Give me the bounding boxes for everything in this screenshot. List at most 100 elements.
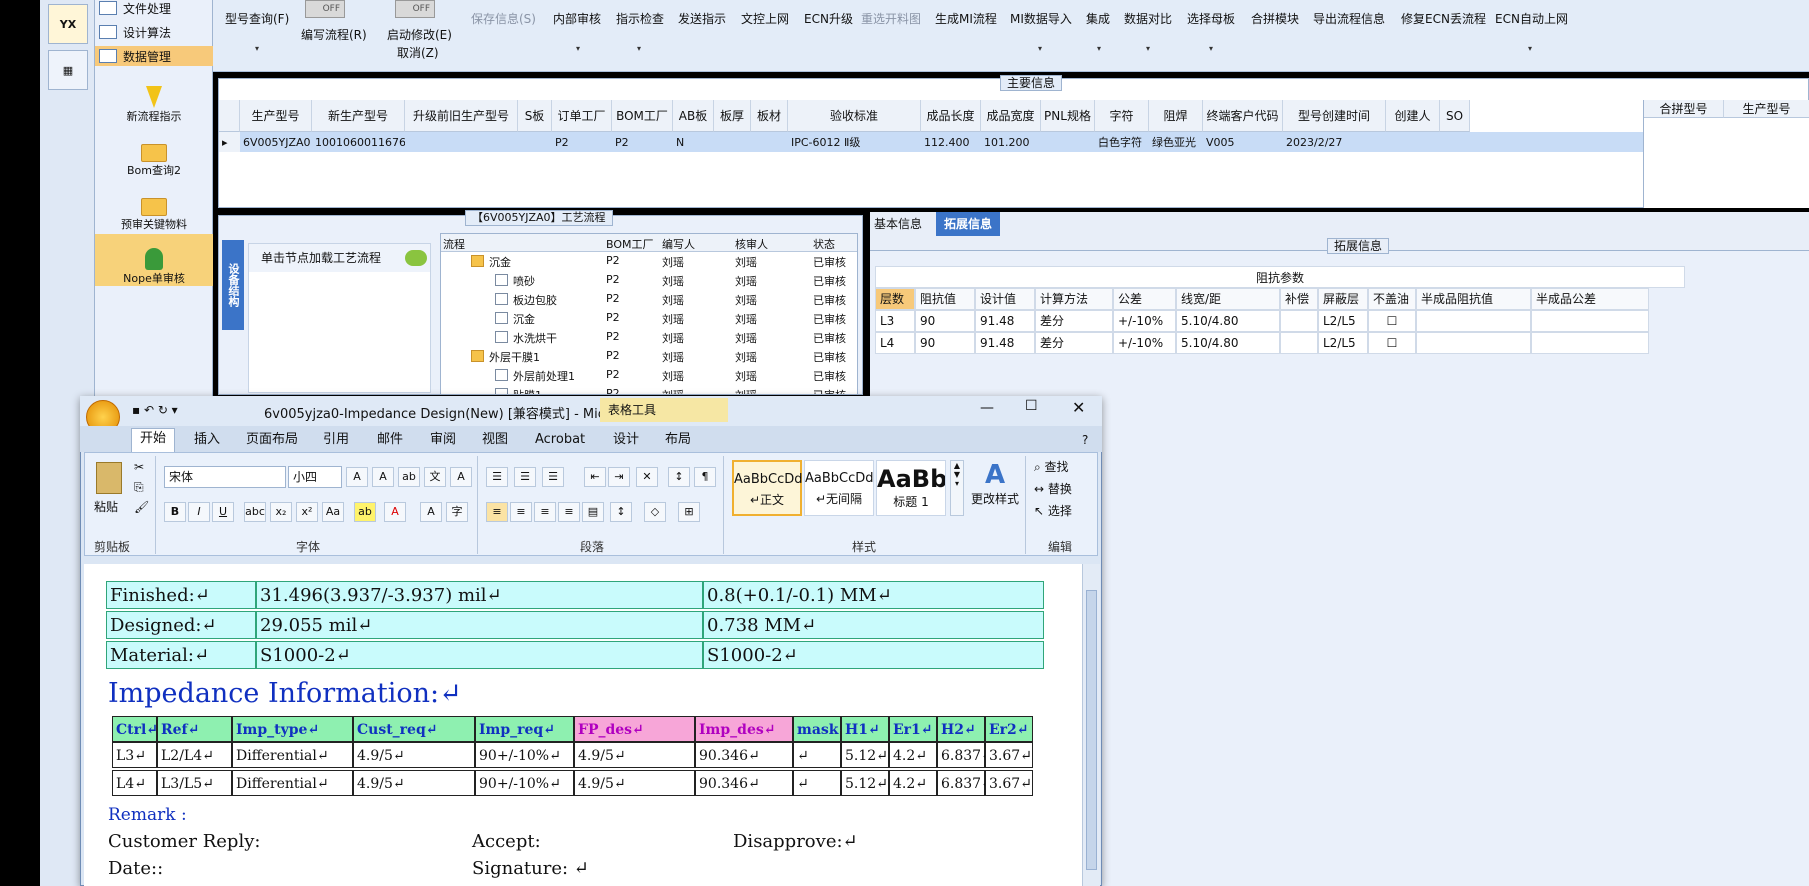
style-no-spacing[interactable]: AaBbCcDd ↵无间隔 (804, 460, 874, 516)
maximize-icon[interactable]: ☐ (1025, 398, 1038, 414)
flow-row[interactable]: 外层前处理1 P2 刘瑶 刘瑶 已审核 (441, 366, 857, 385)
ecn-upgrade-button[interactable]: ECN升级 (804, 10, 853, 27)
superscript-button[interactable]: x² (296, 502, 318, 522)
strikethrough-button[interactable]: abc (244, 502, 266, 522)
row-selector[interactable]: ▸ (219, 132, 240, 152)
select-button[interactable]: ↖ 选择 (1034, 502, 1072, 519)
calculator-icon[interactable]: ▦ (48, 50, 88, 90)
help-icon[interactable]: ? (1082, 430, 1088, 450)
impedance-cell[interactable]: L4 (875, 332, 915, 354)
integrate-button[interactable]: 集成 (1086, 10, 1110, 27)
main-info-cell[interactable] (405, 132, 518, 152)
tab-review[interactable]: 审阅 (430, 430, 456, 450)
distributed-icon[interactable]: ▤ (582, 502, 604, 522)
find-button[interactable]: ⌕ 查找 (1034, 458, 1069, 475)
impedance-cell[interactable] (1280, 310, 1318, 332)
main-info-header[interactable]: 升级前旧生产型号 (405, 100, 518, 132)
impedance-cell[interactable]: 90 (915, 310, 975, 332)
impedance-cell[interactable]: 差分 (1035, 332, 1113, 354)
chevron-down-icon[interactable]: ▾ (1528, 44, 1532, 53)
main-info-header[interactable]: 型号创建时间 (1283, 100, 1386, 132)
flow-row[interactable]: 外层干膜1 P2 刘瑶 刘瑶 已审核 (441, 347, 857, 366)
tab-mailings[interactable]: 邮件 (377, 430, 403, 450)
highlight-button[interactable]: ab (354, 502, 376, 522)
merge-header[interactable]: 生产型号 (1724, 100, 1809, 118)
ecn-auto-online-button[interactable]: ECN自动上网 (1495, 10, 1568, 27)
main-info-header[interactable]: 成品长度 (921, 100, 981, 132)
flow-row[interactable]: 水洗烘干 P2 刘瑶 刘瑶 已审核 (441, 328, 857, 347)
no-cover-checkbox[interactable]: ☐ (1368, 332, 1416, 354)
main-info-cell[interactable]: V005 (1203, 132, 1283, 152)
main-info-cell[interactable]: N (673, 132, 714, 152)
style-heading-1[interactable]: AaBb 标题 1 (876, 460, 946, 516)
main-info-cell[interactable] (518, 132, 552, 152)
main-info-cell[interactable]: 10010600116766 (312, 132, 413, 152)
impedance-cell[interactable]: 差分 (1035, 310, 1113, 332)
char-shading-button[interactable]: A (420, 502, 442, 522)
chevron-down-icon[interactable]: ▾ (1209, 44, 1213, 53)
styles-scroll[interactable]: ▲ ▼ ▾ (950, 460, 964, 516)
impedance-cell[interactable]: +/-10% (1113, 310, 1176, 332)
main-info-cell[interactable]: 2023/2/27 (1283, 132, 1386, 152)
change-styles-button[interactable]: A 更改样式 (968, 460, 1022, 516)
main-info-cell[interactable] (1386, 132, 1440, 152)
cancel-button[interactable]: 取消(Z) (397, 44, 439, 61)
minimize-icon[interactable]: — (980, 400, 994, 416)
shrink-font-icon[interactable]: A (372, 467, 394, 487)
change-case-button[interactable]: Aa (322, 502, 344, 522)
decrease-indent-icon[interactable]: ⇤ (584, 467, 606, 487)
edit-flow-button[interactable]: 编写流程(R) (301, 26, 367, 43)
impedance-header[interactable]: 屏蔽层 (1318, 288, 1368, 310)
main-info-cell[interactable]: 101.200 (981, 132, 1041, 152)
main-info-cell[interactable]: 6V005YJZA0 (240, 132, 312, 152)
flow-row[interactable]: 贴膜1 P2 刘瑶 刘瑶 已审核 (441, 385, 857, 394)
main-info-header[interactable]: 新生产型号 (312, 100, 405, 132)
phonetic-icon[interactable]: 文 (424, 467, 446, 487)
main-info-header[interactable]: S板 (518, 100, 552, 132)
replace-button[interactable]: ↔ 替换 (1034, 480, 1072, 497)
impedance-header[interactable]: 阻抗值 (915, 288, 975, 310)
chevron-down-icon[interactable]: ▾ (255, 44, 259, 53)
copy-icon[interactable]: ⎘ (134, 480, 144, 495)
chevron-down-icon[interactable]: ▾ (637, 44, 641, 53)
tab-basic-info[interactable]: 基本信息 (866, 212, 930, 236)
grow-font-icon[interactable]: A (346, 467, 368, 487)
bom-query-button[interactable]: Bom查询2 (95, 126, 213, 178)
start-modify-toggle[interactable]: OFF (395, 0, 435, 18)
shading-icon[interactable]: ◇ (644, 502, 666, 522)
bullets-icon[interactable]: ☰ (486, 467, 508, 487)
justify-icon[interactable]: ≡ (558, 502, 580, 522)
enclose-char-button[interactable]: 字 (446, 502, 468, 522)
main-info-header[interactable]: 阻焊 (1149, 100, 1203, 132)
impedance-header[interactable]: 不盖油 (1368, 288, 1416, 310)
impedance-cell[interactable]: 90 (915, 332, 975, 354)
impedance-cell[interactable]: +/-10% (1113, 332, 1176, 354)
main-info-header[interactable]: AB板 (673, 100, 714, 132)
impedance-header[interactable]: 层数 (875, 288, 915, 310)
internal-review-button[interactable]: 内部审核 (553, 10, 601, 27)
select-mother-board-button[interactable]: 选择母板 (1187, 10, 1235, 27)
font-color-button[interactable]: A (384, 502, 406, 522)
paste-icon[interactable] (96, 462, 122, 494)
impedance-cell[interactable]: 5.10/4.80 (1176, 332, 1280, 354)
style-normal[interactable]: AaBbCcDd ↵正文 (732, 460, 803, 516)
impedance-cell[interactable] (1416, 332, 1531, 354)
clear-format-icon[interactable]: ab (398, 467, 420, 487)
tab-acrobat[interactable]: Acrobat (535, 430, 585, 450)
numbering-icon[interactable]: ☰ (514, 467, 536, 487)
merge-module-button[interactable]: 合拼模块 (1251, 10, 1299, 27)
flow-header[interactable]: 状态 (813, 236, 835, 252)
device-structure-tab[interactable]: 设备结构 (222, 240, 244, 330)
cut-icon[interactable]: ✂ (134, 460, 144, 474)
align-left-icon[interactable]: ≡ (486, 502, 508, 522)
tab-design[interactable]: 设计 (613, 430, 639, 450)
flow-header[interactable]: 流程 (443, 236, 465, 252)
scrollbar-thumb[interactable] (1086, 590, 1097, 870)
underline-button[interactable]: U (212, 502, 234, 522)
flow-header[interactable]: 编写人 (662, 236, 695, 252)
italic-button[interactable]: I (188, 502, 210, 522)
main-info-header[interactable]: 字符 (1095, 100, 1149, 132)
main-info-header[interactable]: 订单工厂 (552, 100, 612, 132)
chevron-down-icon[interactable]: ▾ (1097, 44, 1101, 53)
impedance-header[interactable]: 半成品阻抗值 (1416, 288, 1531, 310)
